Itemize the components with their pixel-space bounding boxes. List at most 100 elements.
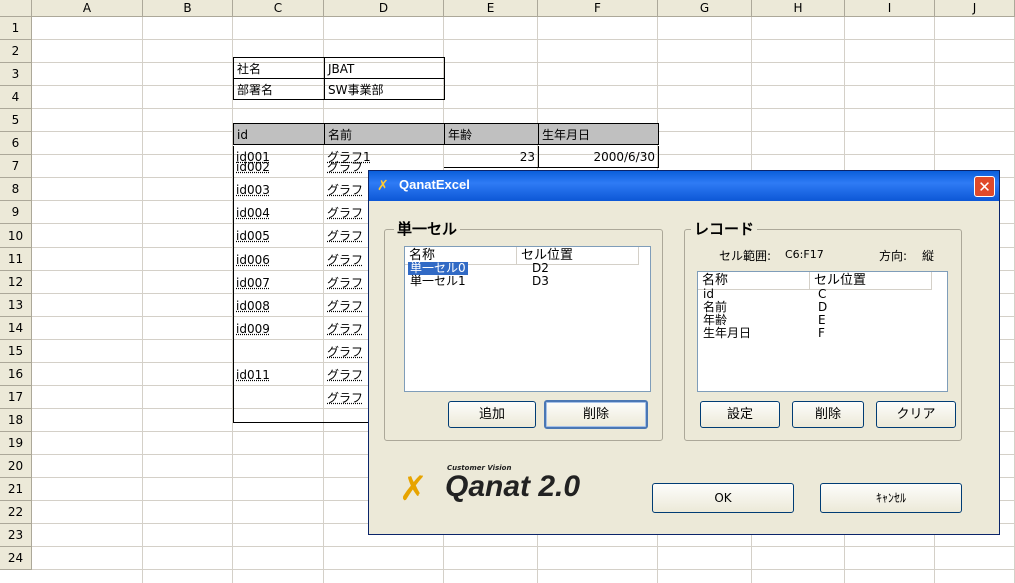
list-item[interactable]: 生年月日 bbox=[703, 327, 751, 340]
select-all-corner[interactable] bbox=[0, 0, 32, 17]
column-header[interactable]: G bbox=[658, 0, 752, 17]
company-value-cell[interactable]: JBAT bbox=[324, 57, 445, 79]
direction-label: 方向: bbox=[879, 249, 908, 263]
row-header[interactable]: 21 bbox=[0, 478, 32, 501]
header-name-cell[interactable]: 名前 bbox=[324, 123, 445, 145]
name-cell[interactable]: グラフ bbox=[324, 295, 368, 317]
id-cell[interactable]: id002 bbox=[233, 156, 325, 178]
id-cell[interactable]: id007 bbox=[233, 272, 325, 294]
birthday-cell[interactable]: 2000/6/30 bbox=[538, 146, 659, 168]
header-birthday-cell[interactable]: 生年月日 bbox=[538, 123, 659, 145]
gridline bbox=[32, 108, 1015, 109]
column-header[interactable]: E bbox=[444, 0, 538, 17]
ok-button[interactable]: OK bbox=[652, 483, 794, 513]
range-value: C6:F17 bbox=[785, 248, 824, 261]
name-cell[interactable]: グラフ bbox=[324, 272, 368, 294]
table-border-bottom bbox=[233, 422, 369, 423]
row-header[interactable]: 14 bbox=[0, 317, 32, 340]
row-header[interactable]: 16 bbox=[0, 363, 32, 386]
id-cell[interactable] bbox=[233, 387, 325, 409]
delete-cell-button[interactable]: 削除 bbox=[544, 400, 648, 429]
id-cell[interactable] bbox=[233, 341, 325, 363]
list-item-pos: F bbox=[818, 326, 825, 340]
name-cell[interactable]: グラフ bbox=[324, 202, 368, 224]
name-cell[interactable]: グラフ bbox=[324, 341, 368, 363]
row-header[interactable]: 9 bbox=[0, 201, 32, 224]
id-cell[interactable]: id011 bbox=[233, 364, 325, 386]
row-header[interactable]: 11 bbox=[0, 248, 32, 271]
column-header[interactable]: C bbox=[233, 0, 324, 17]
single-cell-list[interactable]: 名称 セル位置 単一セル0 D2 単一セル1 D3 bbox=[404, 246, 651, 392]
row-header[interactable]: 24 bbox=[0, 547, 32, 570]
clear-button[interactable]: クリア bbox=[876, 401, 956, 428]
row-header[interactable]: 22 bbox=[0, 501, 32, 524]
name-cell[interactable]: グラフ bbox=[324, 387, 368, 409]
cancel-button[interactable]: ｷｬﾝｾﾙ bbox=[820, 483, 962, 513]
table-border-left bbox=[233, 146, 234, 423]
id-cell[interactable]: id003 bbox=[233, 179, 325, 201]
row-header[interactable]: 17 bbox=[0, 386, 32, 409]
id-cell[interactable]: id005 bbox=[233, 225, 325, 247]
row-header[interactable]: 5 bbox=[0, 109, 32, 132]
row-header[interactable]: 23 bbox=[0, 524, 32, 547]
row-header[interactable]: 6 bbox=[0, 132, 32, 155]
row-header[interactable]: 4 bbox=[0, 86, 32, 109]
id-cell[interactable]: id009 bbox=[233, 318, 325, 340]
delete-record-button[interactable]: 削除 bbox=[792, 401, 864, 428]
record-col-pos[interactable]: セル位置 bbox=[810, 272, 932, 290]
company-label-cell[interactable]: 社名 bbox=[233, 57, 325, 79]
column-header[interactable]: B bbox=[143, 0, 233, 17]
logo-product: Qanat 2.0 bbox=[445, 470, 581, 503]
column-header[interactable]: F bbox=[538, 0, 658, 17]
row-header[interactable]: 2 bbox=[0, 40, 32, 63]
department-value-cell[interactable]: SW事業部 bbox=[324, 78, 445, 100]
gridline bbox=[32, 546, 1015, 547]
dialog-title-bar[interactable]: ✗ QanatExcel ✕ bbox=[369, 171, 999, 201]
column-header[interactable]: D bbox=[324, 0, 444, 17]
name-cell[interactable]: グラフ bbox=[324, 179, 368, 201]
id-cell[interactable]: id006 bbox=[233, 249, 325, 271]
department-label-cell[interactable]: 部署名 bbox=[233, 78, 325, 100]
id-cell[interactable]: id004 bbox=[233, 202, 325, 224]
header-age-cell[interactable]: 年齢 bbox=[444, 123, 539, 145]
column-header[interactable]: A bbox=[32, 0, 143, 17]
gridline bbox=[32, 62, 1015, 63]
close-button[interactable]: ✕ bbox=[974, 176, 995, 197]
name-cell[interactable]: グラフ bbox=[324, 156, 368, 178]
gridline bbox=[32, 39, 1015, 40]
row-header[interactable]: 18 bbox=[0, 409, 32, 432]
id-cell[interactable]: id008 bbox=[233, 295, 325, 317]
row-header[interactable]: 7 bbox=[0, 155, 32, 178]
column-header[interactable]: J bbox=[935, 0, 1015, 17]
gridline bbox=[32, 569, 1015, 570]
record-group-title: レコード bbox=[691, 218, 758, 239]
column-header[interactable]: I bbox=[845, 0, 935, 17]
single-cell-group-title: 単一セル bbox=[394, 218, 461, 239]
name-cell[interactable]: グラフ bbox=[324, 249, 368, 271]
row-header[interactable]: 20 bbox=[0, 455, 32, 478]
qanat-excel-dialog: ✗ QanatExcel ✕ 単一セル 名称 セル位置 単一セル0 D2 単一セ… bbox=[368, 170, 1000, 535]
age-cell[interactable]: 23 bbox=[444, 146, 539, 168]
row-header[interactable]: 10 bbox=[0, 224, 32, 248]
header-id-cell[interactable]: id bbox=[233, 123, 325, 145]
record-col-name[interactable]: 名称 bbox=[698, 272, 810, 290]
row-header[interactable]: 13 bbox=[0, 294, 32, 317]
row-header[interactable]: 3 bbox=[0, 63, 32, 86]
column-header[interactable]: H bbox=[752, 0, 845, 17]
row-header[interactable]: 15 bbox=[0, 340, 32, 363]
name-cell[interactable]: グラフ bbox=[324, 318, 368, 340]
name-cell[interactable]: グラフ bbox=[324, 364, 368, 386]
record-list[interactable]: 名称 セル位置 id C 名前 D 年齢 E 生年月日 F bbox=[697, 271, 948, 392]
row-header[interactable]: 1 bbox=[0, 17, 32, 40]
row-header[interactable]: 19 bbox=[0, 432, 32, 455]
qanat-app-icon: ✗ bbox=[377, 178, 389, 194]
dialog-title: QanatExcel bbox=[399, 177, 470, 192]
settings-button[interactable]: 設定 bbox=[700, 401, 780, 428]
add-button[interactable]: 追加 bbox=[448, 401, 536, 428]
list-item[interactable]: 単一セル1 bbox=[410, 275, 466, 288]
row-header[interactable]: 12 bbox=[0, 271, 32, 294]
name-cell[interactable]: グラフ bbox=[324, 225, 368, 247]
gridline bbox=[32, 85, 1015, 86]
list-item-pos: D3 bbox=[532, 274, 549, 288]
row-header[interactable]: 8 bbox=[0, 178, 32, 201]
